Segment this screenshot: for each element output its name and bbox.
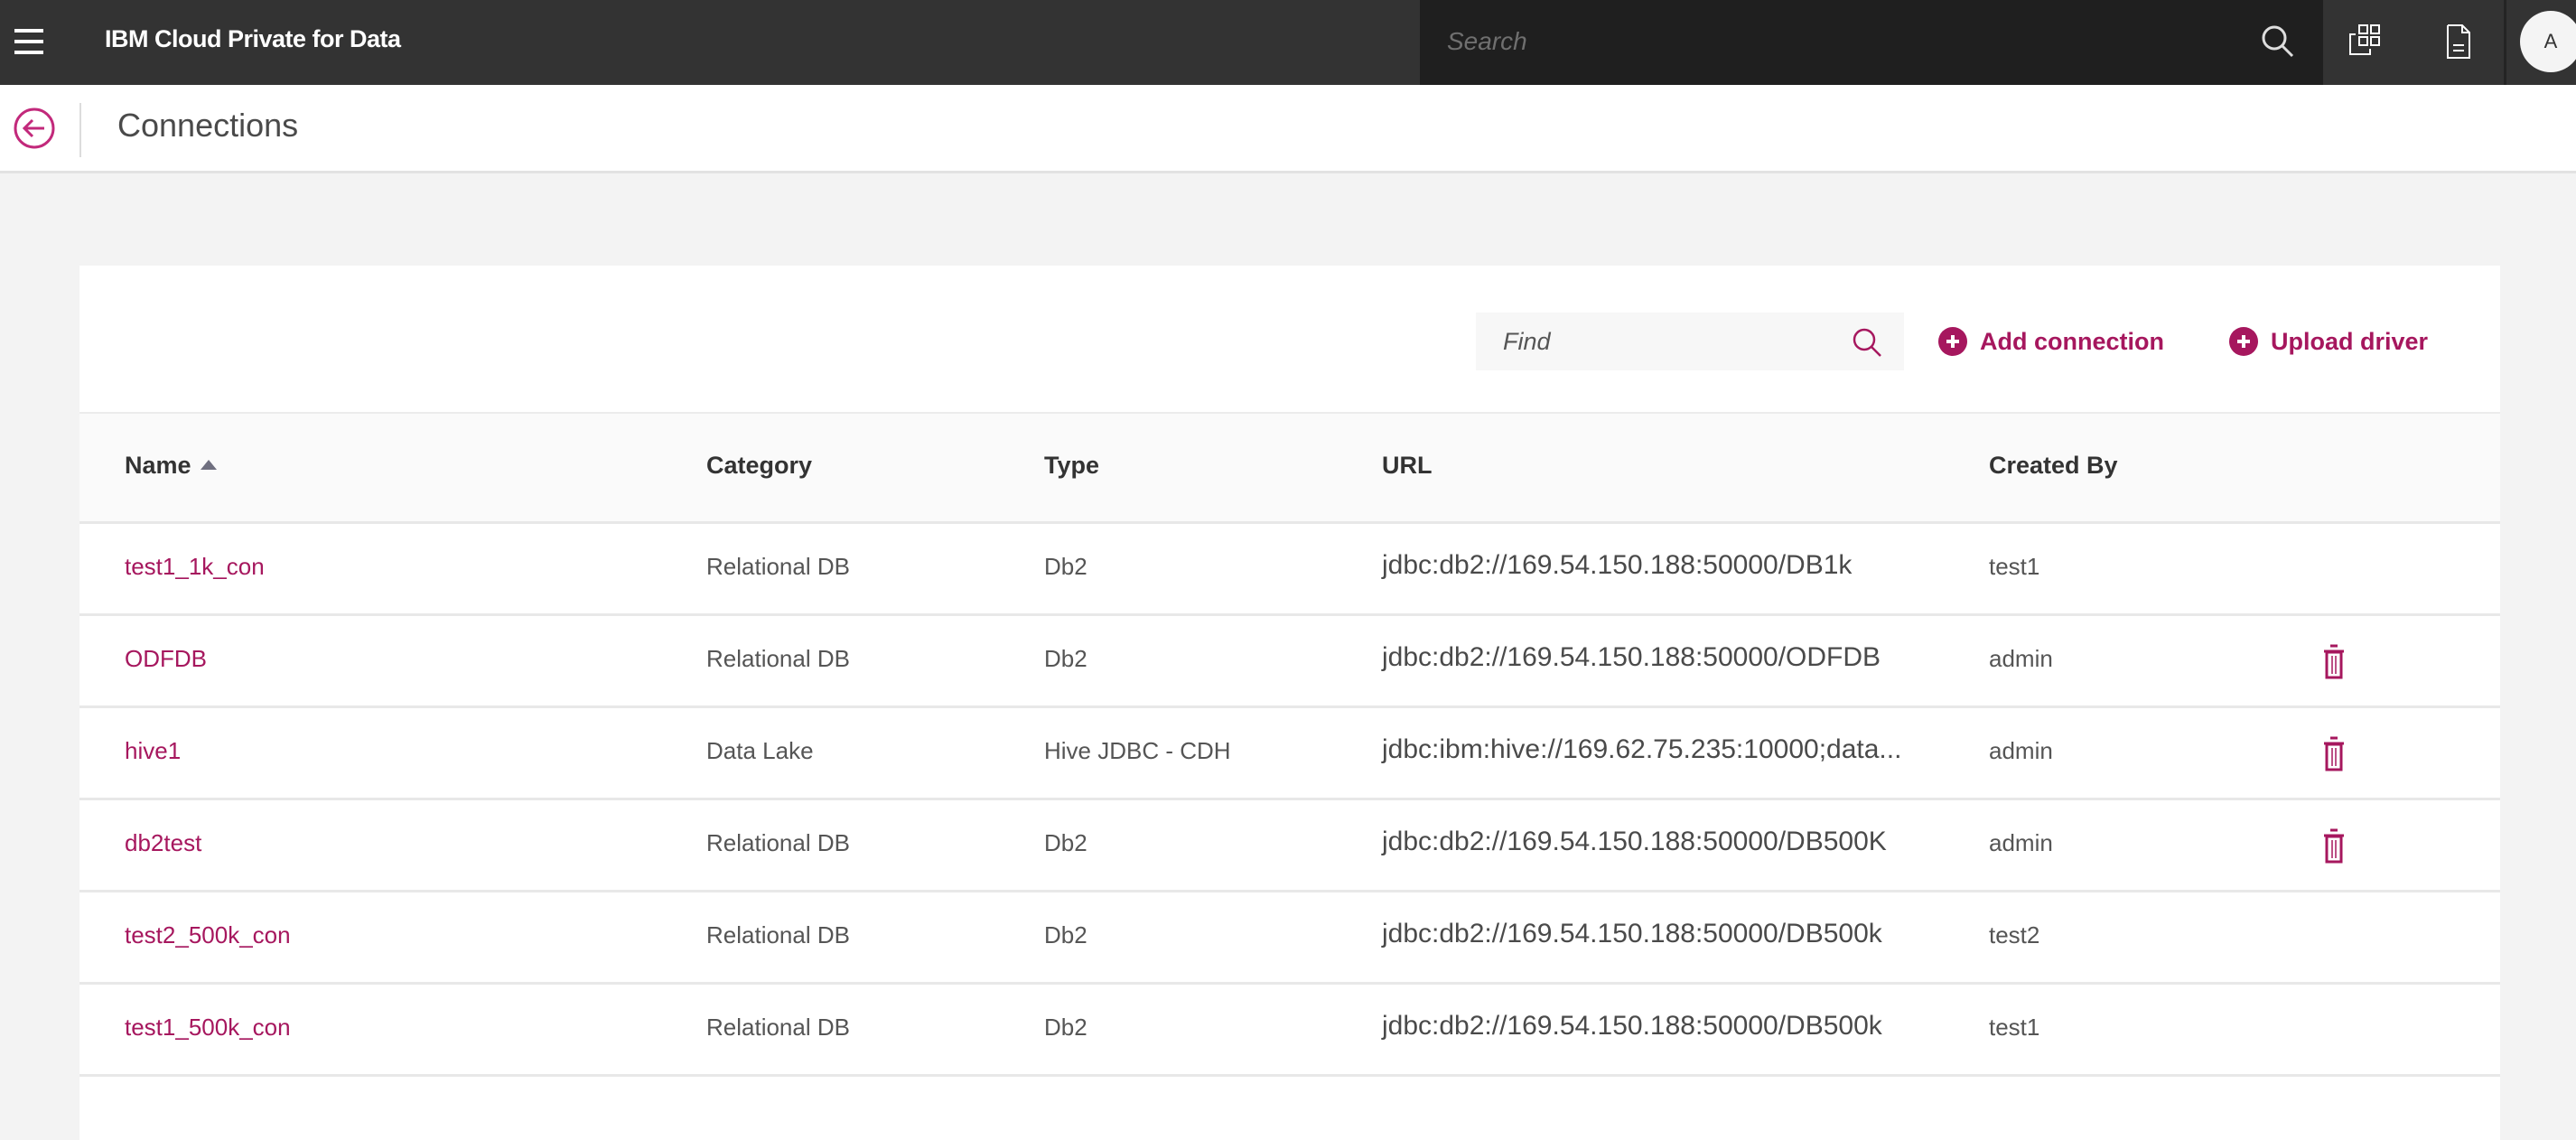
column-header-type[interactable]: Type (1044, 452, 1099, 480)
trash-icon[interactable] (2321, 643, 2347, 679)
type-cell: Db2 (1044, 1014, 1087, 1041)
created-by-cell: test2 (1989, 921, 2040, 948)
created-by-cell: test1 (1989, 1014, 2040, 1041)
connection-name-link[interactable]: ODFDB (125, 645, 207, 673)
find-input[interactable] (1503, 322, 1846, 361)
created-by-cell: admin (1989, 829, 2053, 856)
column-header-name[interactable]: Name (125, 452, 217, 480)
upload-driver-label: Upload driver (2271, 327, 2429, 355)
page-title: Connections (117, 107, 299, 144)
search-icon[interactable] (2258, 22, 2298, 61)
category-cell: Relational DB (706, 553, 850, 580)
connection-name-link[interactable]: db2test (125, 829, 201, 857)
user-avatar[interactable]: A (2520, 11, 2576, 72)
header-divider (2504, 0, 2506, 85)
connection-name-link[interactable]: hive1 (125, 737, 181, 765)
document-icon[interactable] (2439, 22, 2478, 61)
menu-icon[interactable] (13, 25, 45, 58)
table-row: test1_1k_con Relational DB Db2 jdbc:db2://1… (79, 524, 2500, 616)
column-header-category[interactable]: Category (706, 452, 812, 480)
app-title[interactable]: IBM Cloud Private for Data (105, 25, 401, 53)
column-header-created-by[interactable]: Created By (1989, 452, 2118, 480)
connection-name-link[interactable]: test1_500k_con (125, 1014, 291, 1042)
created-by-cell: test1 (1989, 553, 2040, 580)
trash-icon[interactable] (2321, 827, 2347, 864)
add-connection-label: Add connection (1980, 327, 2164, 355)
back-arrow-icon[interactable] (13, 107, 56, 150)
type-cell: Db2 (1044, 645, 1087, 672)
global-search (1420, 0, 2323, 85)
type-cell: Db2 (1044, 921, 1087, 948)
connections-table: Name Category Type URL Created By test1_… (79, 414, 2500, 1077)
table-toolbar: Add connection Upload driver (79, 266, 2500, 414)
connection-name-link[interactable]: test2_500k_con (125, 921, 291, 949)
type-cell: Db2 (1044, 553, 1087, 580)
add-circle-icon (2229, 327, 2258, 356)
apps-icon[interactable] (2347, 22, 2386, 61)
url-cell: jdbc:db2://169.54.150.188:50000/DB500K (1382, 827, 1887, 856)
add-circle-icon (1938, 327, 1967, 356)
column-header-url[interactable]: URL (1382, 452, 1433, 480)
table-body: test1_1k_con Relational DB Db2 jdbc:db2://1… (79, 524, 2500, 1077)
upload-driver-button[interactable]: Upload driver (2229, 320, 2428, 363)
table-row: test1_500k_con Relational DB Db2 jdbc:db2:/… (79, 985, 2500, 1077)
add-connection-button[interactable]: Add connection (1938, 320, 2164, 363)
table-row: hive1 Data Lake Hive JDBC - CDH jdbc:ibm:hi… (79, 708, 2500, 800)
created-by-cell: admin (1989, 737, 2053, 764)
search-icon[interactable] (1850, 325, 1884, 360)
table-row: db2test Relational DB Db2 jdbc:db2://169.54… (79, 800, 2500, 892)
url-cell: jdbc:db2://169.54.150.188:50000/DB500k (1382, 1011, 1882, 1041)
trash-icon[interactable] (2321, 735, 2347, 771)
table-row: ODFDB Relational DB Db2 jdbc:db2://169.54.1… (79, 616, 2500, 708)
connections-card: Add connection Upload driver Name Catego… (79, 266, 2500, 1140)
category-cell: Relational DB (706, 829, 850, 856)
category-cell: Relational DB (706, 645, 850, 672)
url-cell: jdbc:db2://169.54.150.188:50000/DB1k (1382, 550, 1853, 580)
table-row: test2_500k_con Relational DB Db2 jdbc:db2:/… (79, 892, 2500, 985)
url-cell: jdbc:db2://169.54.150.188:50000/ODFDB (1382, 642, 1881, 672)
sort-ascending-icon[interactable] (200, 460, 217, 470)
connection-name-link[interactable]: test1_1k_con (125, 553, 265, 581)
column-header-label: Name (125, 452, 191, 479)
created-by-cell: admin (1989, 645, 2053, 672)
category-cell: Relational DB (706, 921, 850, 948)
header-divider (79, 103, 81, 157)
find-field (1476, 313, 1904, 370)
type-cell: Hive JDBC - CDH (1044, 737, 1231, 764)
category-cell: Data Lake (706, 737, 814, 764)
type-cell: Db2 (1044, 829, 1087, 856)
category-cell: Relational DB (706, 1014, 850, 1041)
url-cell: jdbc:db2://169.54.150.188:50000/DB500k (1382, 919, 1882, 948)
top-navigation-bar: IBM Cloud Private for Data A (0, 0, 2576, 85)
url-cell: jdbc:ibm:hive://169.62.75.235:10000;data… (1382, 734, 1902, 764)
global-search-input[interactable] (1447, 20, 2242, 63)
page-header: Connections (0, 85, 2576, 173)
table-header-row: Name Category Type URL Created By (79, 414, 2500, 524)
